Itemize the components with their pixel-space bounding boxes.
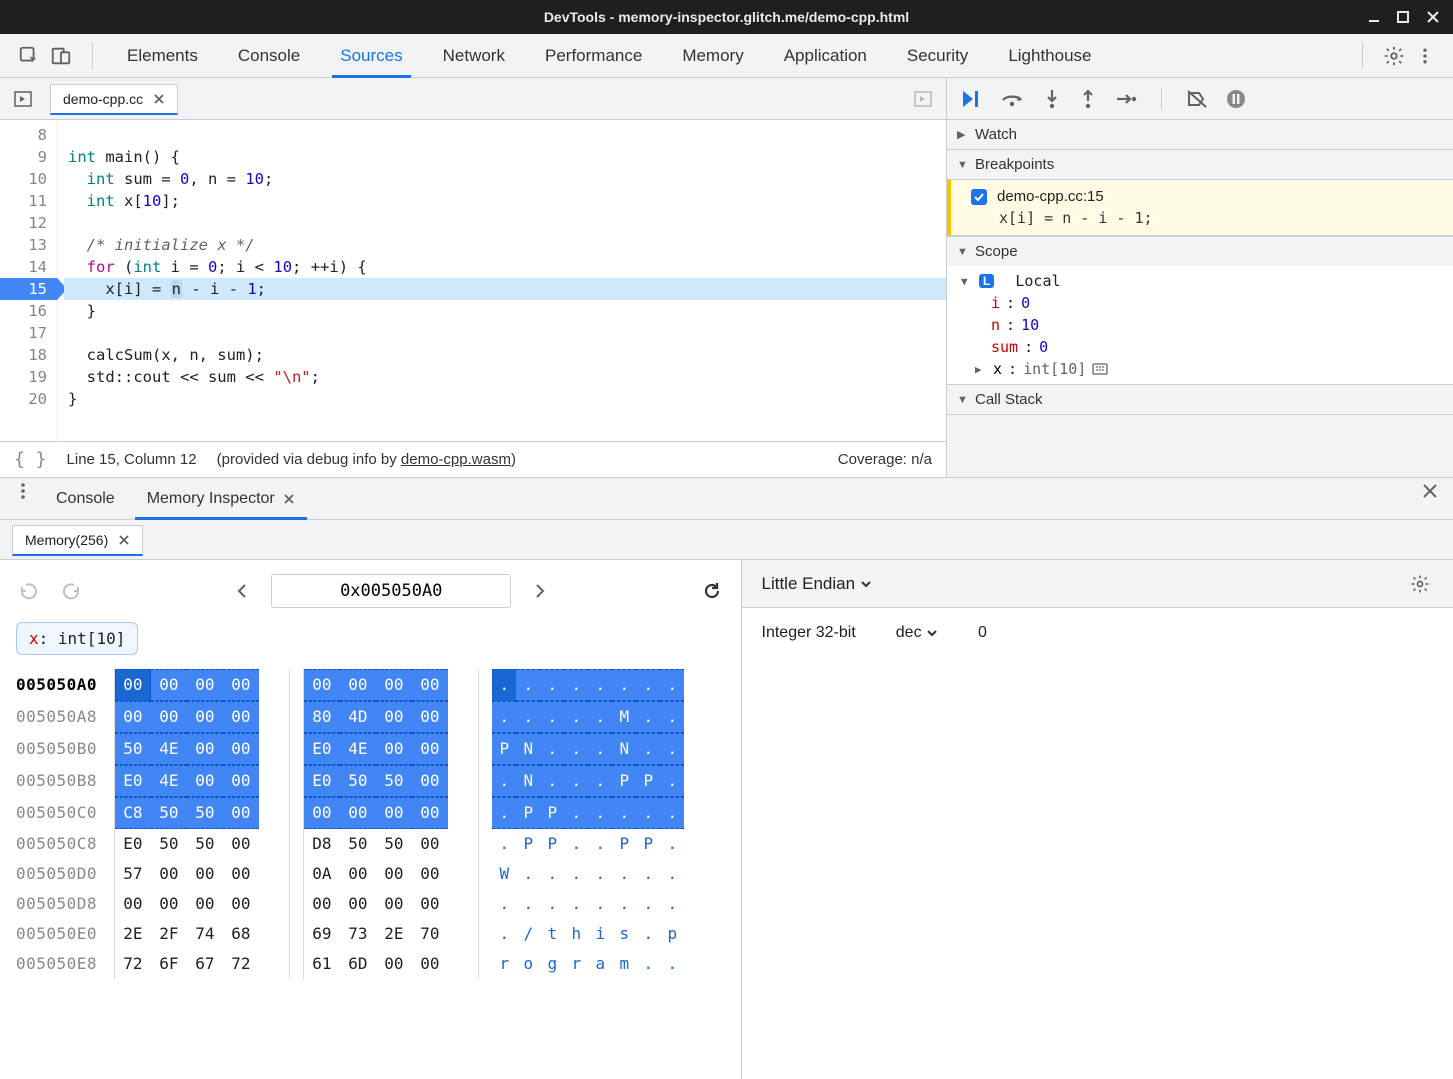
breakpoint-label: demo-cpp.cc:15 — [997, 188, 1104, 205]
interpreted-value: 0 — [978, 624, 987, 642]
breakpoint-item[interactable]: demo-cpp.cc:15 x[i] = n - i - 1; — [947, 179, 1453, 236]
drawer-tab-console[interactable]: Console — [44, 478, 127, 519]
main-tab-sources[interactable]: Sources — [332, 34, 410, 77]
close-tab-icon[interactable] — [153, 93, 165, 105]
page-prev-icon[interactable] — [229, 578, 255, 604]
value-interpretation-row: Integer 32-bit dec 0 — [742, 608, 1453, 658]
main-tab-console[interactable]: Console — [230, 34, 308, 77]
step-over-button[interactable] — [1001, 90, 1025, 108]
device-toggle-icon[interactable] — [50, 45, 72, 67]
file-tab-demo-cpp[interactable]: demo-cpp.cc — [50, 84, 178, 115]
refresh-icon[interactable] — [699, 578, 725, 604]
window-title: DevTools - memory-inspector.glitch.me/de… — [544, 9, 909, 25]
pretty-print-icon[interactable]: { } — [14, 449, 47, 470]
main-tab-elements[interactable]: Elements — [119, 34, 206, 77]
breakpoints-section-header[interactable]: ▼Breakpoints — [947, 150, 1453, 179]
close-drawer-icon[interactable] — [1417, 478, 1443, 504]
source-file-tabs: demo-cpp.cc — [0, 78, 946, 120]
settings-gear-icon[interactable] — [1383, 45, 1405, 67]
callstack-section-header[interactable]: ▼Call Stack — [947, 385, 1453, 414]
drawer-tab-memory-inspector[interactable]: Memory Inspector — [135, 478, 307, 519]
resume-button[interactable] — [961, 89, 983, 109]
page-next-icon[interactable] — [527, 578, 553, 604]
debug-info-source: (provided via debug info by demo-cpp.was… — [217, 451, 516, 468]
scope-var-sum[interactable]: sum: 0 — [947, 336, 1453, 358]
scope-var-i[interactable]: i: 0 — [947, 292, 1453, 314]
value-base-select[interactable]: dec — [896, 624, 938, 642]
scope-local-header[interactable]: ▼L Local — [947, 270, 1453, 292]
local-badge-icon: L — [979, 274, 994, 288]
coverage-status: Coverage: n/a — [838, 451, 932, 468]
main-tab-lighthouse[interactable]: Lighthouse — [1000, 34, 1099, 77]
run-snippet-icon[interactable] — [910, 86, 936, 112]
watch-section-header[interactable]: ▶Watch — [947, 120, 1453, 149]
memory-inspector-tabs: Memory(256) — [0, 520, 1453, 560]
endianness-select[interactable]: Little Endian — [762, 574, 872, 594]
deactivate-breakpoints-button[interactable] — [1186, 89, 1208, 109]
value-type: Integer 32-bit — [762, 624, 856, 642]
main-tab-performance[interactable]: Performance — [537, 34, 650, 77]
step-button[interactable] — [1115, 90, 1137, 108]
pause-on-exceptions-button[interactable] — [1226, 89, 1246, 109]
step-into-button[interactable] — [1043, 89, 1061, 109]
inspect-element-icon[interactable] — [18, 45, 40, 67]
main-tab-security[interactable]: Security — [899, 34, 976, 77]
main-tab-strip: Elements Console Sources Network Performance… — [0, 34, 1453, 78]
memory-object-chip[interactable]: x: int[10] — [16, 622, 138, 655]
close-memory-tab-icon[interactable] — [118, 534, 130, 546]
window-maximize-button[interactable] — [1397, 11, 1413, 23]
main-tab-network[interactable]: Network — [435, 34, 513, 77]
drawer-tab-strip: Console Memory Inspector — [0, 478, 1453, 520]
scope-section-header[interactable]: ▼Scope — [947, 237, 1453, 266]
debugger-panel: ▶Watch ▼Breakpoints demo-cpp.cc:15 x[i] … — [947, 78, 1453, 477]
main-tab-memory[interactable]: Memory — [674, 34, 751, 77]
history-back-icon[interactable] — [16, 578, 42, 604]
scope-var-n[interactable]: n: 10 — [947, 314, 1453, 336]
show-navigator-icon[interactable] — [10, 86, 36, 112]
reveal-in-memory-icon[interactable] — [1092, 363, 1108, 375]
hex-view[interactable]: 005050A00000000000000000........005050A8… — [16, 669, 725, 979]
breakpoint-code: x[i] = n - i - 1; — [971, 209, 1439, 227]
file-tab-label: demo-cpp.cc — [63, 91, 143, 107]
breakpoint-checkbox[interactable] — [971, 189, 987, 205]
memory-nav-bar — [16, 574, 725, 608]
scope-var-x[interactable]: ▶x: int[10] — [947, 358, 1453, 380]
more-menu-icon[interactable] — [1415, 46, 1435, 66]
main-tab-application[interactable]: Application — [776, 34, 875, 77]
window-minimize-button[interactable] — [1367, 10, 1383, 24]
source-status-bar: { } Line 15, Column 12 (provided via deb… — [0, 441, 946, 477]
window-close-button[interactable] — [1427, 11, 1443, 23]
window-titlebar: DevTools - memory-inspector.glitch.me/de… — [0, 0, 1453, 34]
memory-tab[interactable]: Memory(256) — [12, 525, 143, 556]
history-forward-icon[interactable] — [58, 578, 84, 604]
debugger-toolbar — [947, 78, 1453, 120]
wasm-link[interactable]: demo-cpp.wasm — [401, 451, 511, 468]
drawer-menu-icon[interactable] — [10, 478, 36, 504]
close-drawer-tab-icon[interactable] — [283, 493, 295, 505]
cursor-position: Line 15, Column 12 — [67, 451, 197, 468]
code-editor[interactable]: 891011121314151617181920 int main() { in… — [0, 120, 946, 441]
value-settings-gear-icon[interactable] — [1407, 571, 1433, 597]
step-out-button[interactable] — [1079, 89, 1097, 109]
address-input[interactable] — [271, 574, 511, 608]
